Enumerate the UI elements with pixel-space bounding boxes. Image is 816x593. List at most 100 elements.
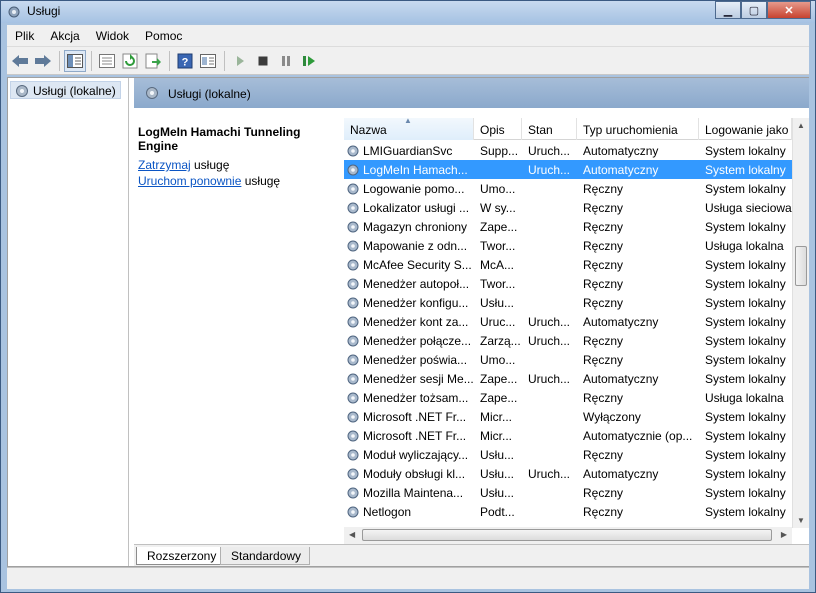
title-bar[interactable]: Usługi ▁ ▢ ✕: [1, 1, 815, 23]
service-description: Zarzą...: [480, 333, 521, 348]
view-button[interactable]: [197, 50, 219, 72]
service-status: Uruch...: [528, 314, 571, 329]
service-name-text: Netlogon: [363, 504, 412, 519]
service-description: Zape...: [480, 371, 518, 386]
menu-view[interactable]: Widok: [88, 29, 137, 43]
menu-file[interactable]: Plik: [7, 29, 42, 43]
table-row[interactable]: Menedżer poświa... Umo... Ręczny System lok…: [344, 350, 792, 369]
table-row[interactable]: Moduł wyliczający... Usłu... Ręczny System …: [344, 445, 792, 464]
service-startup-type: Ręczny: [583, 504, 624, 519]
restart-service-line: Uruchom ponownie usługę: [138, 174, 280, 188]
column-header-description[interactable]: Opis: [474, 118, 522, 140]
properties-icon: [99, 53, 115, 68]
service-startup-type: Ręczny: [583, 295, 624, 310]
vertical-scroll-thumb[interactable]: [795, 246, 807, 286]
service-gear-icon: [347, 449, 359, 460]
table-row[interactable]: Menedżer sesji Me... Zape... Uruch... Autom…: [344, 369, 792, 388]
restart-service-link[interactable]: Uruchom ponownie: [138, 174, 241, 188]
column-header-label: Logowanie jako: [705, 123, 789, 137]
properties-button[interactable]: [96, 50, 118, 72]
pause-service-button[interactable]: [275, 50, 297, 72]
services-rows: LMIGuardianSvc Supp... Uruch... Automatyczn…: [344, 141, 792, 523]
export-list-button[interactable]: [142, 50, 164, 72]
column-header-label: Stan: [528, 123, 553, 137]
table-row[interactable]: McAfee Security S... McA... Ręczny System l…: [344, 255, 792, 274]
table-row[interactable]: Mapowanie z odn... Twor... Ręczny Usługa lo…: [344, 236, 792, 255]
column-header-startup-type[interactable]: Typ uruchomienia: [577, 118, 699, 140]
service-name: Magazyn chroniony: [344, 220, 474, 234]
help-button[interactable]: ?: [174, 50, 196, 72]
service-name-text: Microsoft .NET Fr...: [363, 409, 467, 424]
service-name: Mapowanie z odn...: [344, 239, 474, 253]
service-description: Usłu...: [480, 447, 515, 462]
table-row[interactable]: Moduły obsługi kl... Usłu... Uruch... Autom…: [344, 464, 792, 483]
list-header: ▲ Nazwa Opis Stan Typ uruchomienia Logow…: [344, 118, 792, 140]
column-header-label: Opis: [480, 123, 505, 137]
service-log-on-as: System lokalny: [705, 428, 786, 443]
table-row[interactable]: Mozilla Maintena... Usłu... Ręczny System l…: [344, 483, 792, 502]
menu-action[interactable]: Akcja: [42, 29, 87, 43]
tree-item-local-services[interactable]: Usługi (lokalne): [10, 81, 121, 99]
back-button[interactable]: [9, 50, 31, 72]
scroll-left-icon[interactable]: ◀: [349, 530, 355, 539]
table-row[interactable]: Menedżer konfigu... Usłu... Ręczny System l…: [344, 293, 792, 312]
table-row[interactable]: Microsoft .NET Fr... Micr... Automatycznie…: [344, 426, 792, 445]
service-log-on-as: Usługa lokalna: [705, 238, 784, 253]
vertical-scrollbar[interactable]: ▲ ▼: [792, 118, 809, 528]
stop-service-button[interactable]: [252, 50, 274, 72]
minimize-button[interactable]: ▁: [715, 1, 741, 19]
services-window: Usługi ▁ ▢ ✕ Plik Akcja Widok Pomoc ? Us…: [0, 0, 816, 593]
table-row[interactable]: Menedżer tożsam... Zape... Ręczny Usługa lo…: [344, 388, 792, 407]
table-row[interactable]: Menedżer kont za... Uruc... Uruch... Automa…: [344, 312, 792, 331]
table-row[interactable]: LogMeIn Hamach... Uruch... Automatyczny Sys…: [344, 160, 792, 179]
column-header-name[interactable]: ▲ Nazwa: [344, 118, 474, 140]
table-row[interactable]: Menedżer połącze... Zarzą... Uruch... Ręczn…: [344, 331, 792, 350]
forward-button[interactable]: [32, 50, 54, 72]
minimize-icon: ▁: [723, 4, 733, 17]
stop-service-icon: [258, 56, 268, 65]
table-row[interactable]: Netlogon Podt... Ręczny System lokalny: [344, 502, 792, 521]
refresh-button[interactable]: [119, 50, 141, 72]
scroll-right-icon[interactable]: ▶: [781, 530, 787, 539]
tree-item-label: Usługi (lokalne): [33, 84, 116, 98]
back-arrow-icon: [12, 54, 28, 67]
column-header-status[interactable]: Stan: [522, 118, 577, 140]
maximize-button[interactable]: ▢: [741, 1, 767, 19]
tab-extended[interactable]: Rozszerzony: [136, 547, 226, 565]
table-row[interactable]: Logowanie pomo... Umo... Ręczny System loka…: [344, 179, 792, 198]
table-row[interactable]: Lokalizator usługi ... W sy... Ręczny Usług…: [344, 198, 792, 217]
column-header-log-on-as[interactable]: Logowanie jako: [699, 118, 792, 140]
scroll-down-icon[interactable]: ▼: [797, 516, 805, 525]
service-name: Menedżer tożsam...: [344, 391, 474, 405]
service-name: Netlogon: [344, 505, 474, 519]
menu-help[interactable]: Pomoc: [137, 29, 190, 43]
service-log-on-as: System lokalny: [705, 466, 786, 481]
start-service-button[interactable]: [229, 50, 251, 72]
table-row[interactable]: Microsoft .NET Fr... Micr... Wyłączony Syst…: [344, 407, 792, 426]
show-console-tree-button[interactable]: [64, 49, 86, 72]
refresh-icon: [122, 53, 138, 68]
svg-text:?: ?: [182, 56, 189, 68]
service-gear-icon: [347, 183, 359, 194]
close-button[interactable]: ✕: [767, 1, 811, 19]
show-console-tree-icon: [67, 53, 83, 68]
table-row[interactable]: LMIGuardianSvc Supp... Uruch... Automatyczn…: [344, 141, 792, 160]
horizontal-scrollbar[interactable]: ◀ ▶: [344, 527, 792, 544]
table-row[interactable]: Menedżer autopoł... Twor... Ręczny System l…: [344, 274, 792, 293]
services-list: ▲ Nazwa Opis Stan Typ uruchomienia Logow…: [344, 108, 809, 544]
service-startup-type: Automatyczny: [583, 143, 659, 158]
tab-standard[interactable]: Standardowy: [220, 547, 311, 565]
stop-service-link[interactable]: Zatrzymaj: [138, 158, 191, 172]
service-gear-icon: [347, 316, 359, 327]
service-gear-icon: [347, 145, 359, 156]
scroll-up-icon[interactable]: ▲: [797, 121, 805, 130]
service-name: Mozilla Maintena...: [344, 486, 474, 500]
service-name-text: Moduły obsługi kl...: [363, 466, 466, 481]
service-title: LogMeIn Hamachi Tunneling Engine: [138, 125, 301, 153]
service-log-on-as: System lokalny: [705, 352, 786, 367]
table-row[interactable]: Magazyn chroniony Zape... Ręczny System lok…: [344, 217, 792, 236]
horizontal-scroll-thumb[interactable]: [362, 529, 772, 541]
restart-service-button[interactable]: [298, 50, 320, 72]
service-name-text: Logowanie pomo...: [363, 181, 465, 196]
service-name: Moduł wyliczający...: [344, 448, 474, 462]
